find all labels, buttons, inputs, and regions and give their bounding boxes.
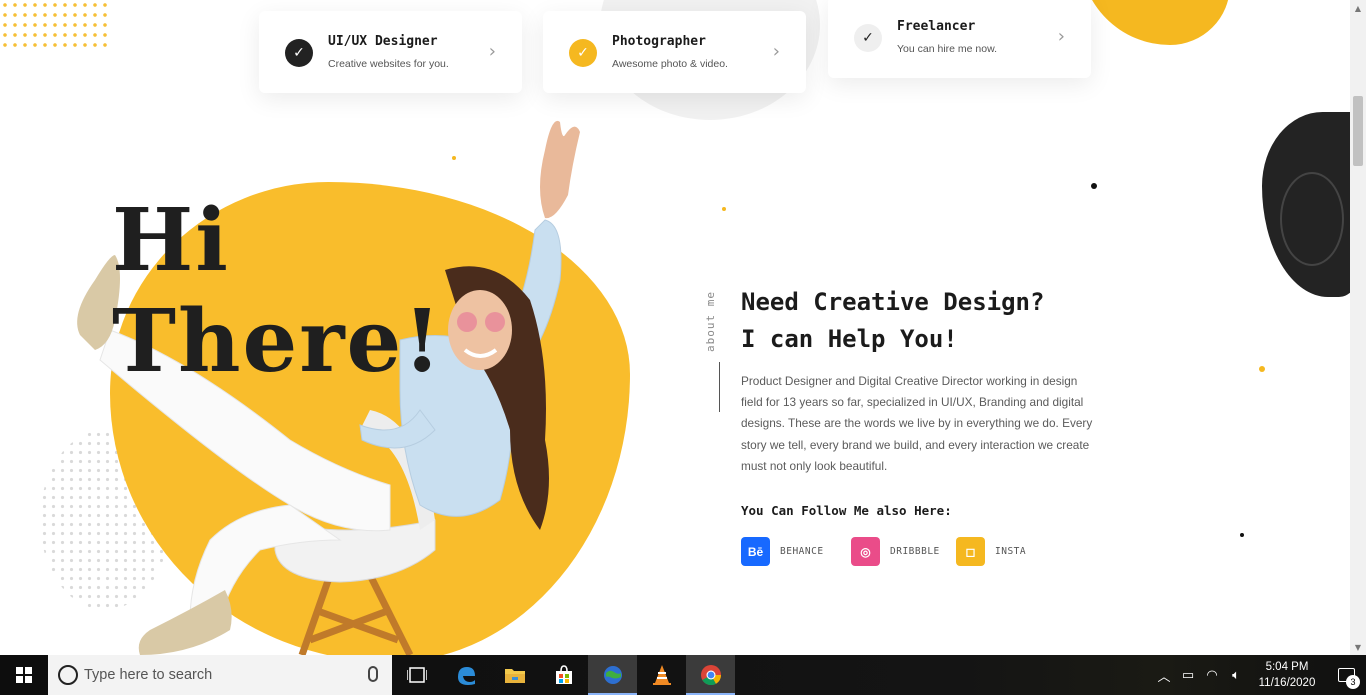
about-heading: Need Creative Design? I can Help You! bbox=[741, 284, 1044, 358]
social-link-instagram[interactable]: ◻ INSTA bbox=[956, 537, 1026, 566]
peace-hand bbox=[540, 120, 580, 219]
decorative-dark-blob bbox=[1262, 112, 1350, 297]
instagram-icon: ◻ bbox=[956, 537, 985, 566]
taskbar-search-box[interactable]: Type here to search bbox=[48, 655, 392, 695]
behance-icon: Bē bbox=[741, 537, 770, 566]
wifi-icon[interactable]: ◠ bbox=[1200, 655, 1224, 695]
dribbble-icon: ◎ bbox=[851, 537, 880, 566]
cortana-icon bbox=[58, 665, 78, 685]
about-side-label: about me bbox=[704, 291, 717, 352]
chevron-right-icon[interactable]: › bbox=[773, 41, 780, 62]
social-label: BEHANCE bbox=[780, 546, 824, 557]
social-label: DRIBBBLE bbox=[890, 546, 940, 557]
volume-icon[interactable]: 🔈︎ bbox=[1224, 655, 1248, 695]
about-paragraph: Product Designer and Digital Creative Di… bbox=[741, 374, 1093, 473]
social-link-dribbble[interactable]: ◎ DRIBBBLE bbox=[851, 537, 940, 566]
hero-greeting: Hi There! bbox=[112, 190, 443, 393]
sunglasses-right bbox=[485, 312, 505, 332]
chevron-right-icon[interactable]: › bbox=[1058, 26, 1065, 47]
battery-icon[interactable]: ▭ bbox=[1176, 655, 1200, 695]
taskbar-file-explorer[interactable] bbox=[490, 655, 539, 695]
taskbar-chrome[interactable] bbox=[686, 655, 735, 695]
microphone-icon[interactable] bbox=[368, 666, 378, 682]
show-hidden-icons-chevron-icon[interactable]: ︿ bbox=[1152, 655, 1176, 695]
task-view-icon bbox=[406, 667, 427, 683]
service-card-photographer[interactable]: ✓ Photographer Awesome photo & video. › bbox=[543, 11, 806, 93]
shoe-lower bbox=[138, 590, 232, 655]
service-card-uiux[interactable]: ✓ UI/UX Designer Creative websites for y… bbox=[259, 11, 522, 93]
decorative-dot bbox=[1259, 366, 1265, 372]
check-icon: ✓ bbox=[285, 39, 313, 67]
sunglasses-left bbox=[457, 312, 477, 332]
taskbar-store[interactable] bbox=[539, 655, 588, 695]
heading-line-2: I can Help You! bbox=[741, 325, 958, 353]
decorative-dots-top-left bbox=[0, 0, 110, 48]
clock-date: 11/16/2020 bbox=[1258, 677, 1316, 689]
scrollbar-thumb[interactable] bbox=[1353, 96, 1363, 166]
vlc-icon bbox=[652, 665, 671, 685]
task-view-button[interactable] bbox=[392, 655, 441, 695]
follow-title: You Can Follow Me also Here: bbox=[741, 503, 952, 518]
greeting-line-1: Hi bbox=[112, 190, 230, 291]
scroll-up-arrow-icon[interactable]: ▲ bbox=[1350, 0, 1366, 16]
chair-legs bbox=[298, 573, 414, 655]
clock-time: 5:04 PM bbox=[1265, 661, 1309, 673]
greeting-line-2: There! bbox=[112, 291, 444, 393]
search-placeholder: Type here to search bbox=[84, 667, 213, 683]
windows-logo-icon bbox=[16, 667, 32, 683]
service-title: Freelancer bbox=[897, 19, 976, 34]
edge-icon bbox=[457, 667, 475, 685]
service-card-freelancer[interactable]: ✓ Freelancer You can hire me now. › bbox=[828, 0, 1091, 78]
taskbar-vlc[interactable] bbox=[637, 655, 686, 695]
service-title: Photographer bbox=[612, 34, 706, 49]
service-subtitle: You can hire me now. bbox=[897, 43, 998, 55]
scroll-down-arrow-icon[interactable]: ▼ bbox=[1350, 639, 1366, 655]
notification-count-badge: 3 bbox=[1346, 675, 1360, 689]
action-center-button[interactable]: 3 bbox=[1326, 655, 1366, 695]
heading-line-1: Need Creative Design? bbox=[741, 288, 1045, 316]
about-divider bbox=[719, 362, 720, 412]
windows-taskbar: Type here to search ︿ ▭ ◠ 🔈︎ 5:04 PM 11/… bbox=[0, 655, 1366, 695]
social-link-behance[interactable]: Bē BEHANCE bbox=[741, 537, 824, 566]
start-button[interactable] bbox=[0, 655, 48, 695]
service-title: UI/UX Designer bbox=[328, 34, 438, 49]
store-icon bbox=[555, 665, 572, 684]
check-icon: ✓ bbox=[854, 24, 882, 52]
taskbar-edge[interactable] bbox=[441, 655, 490, 695]
globe-icon bbox=[603, 666, 622, 684]
system-tray: ︿ ▭ ◠ 🔈︎ 5:04 PM 11/16/2020 3 bbox=[1152, 655, 1366, 695]
service-subtitle: Creative websites for you. bbox=[328, 58, 449, 70]
service-subtitle: Awesome photo & video. bbox=[612, 58, 728, 70]
social-label: INSTA bbox=[995, 546, 1027, 557]
check-icon: ✓ bbox=[569, 39, 597, 67]
decorative-dot bbox=[1091, 183, 1097, 189]
decorative-dot bbox=[722, 207, 726, 211]
decorative-yellow-shape bbox=[1080, 0, 1230, 45]
chevron-right-icon[interactable]: › bbox=[489, 41, 496, 62]
taskbar-clock[interactable]: 5:04 PM 11/16/2020 bbox=[1248, 659, 1326, 691]
decorative-dot bbox=[1240, 533, 1244, 537]
folder-icon bbox=[504, 669, 525, 683]
portfolio-page: ✓ UI/UX Designer Creative websites for y… bbox=[0, 0, 1350, 655]
taskbar-globe-app[interactable] bbox=[588, 655, 637, 695]
chrome-icon bbox=[700, 665, 721, 686]
page-scrollbar[interactable]: ▲ ▼ bbox=[1350, 0, 1366, 655]
